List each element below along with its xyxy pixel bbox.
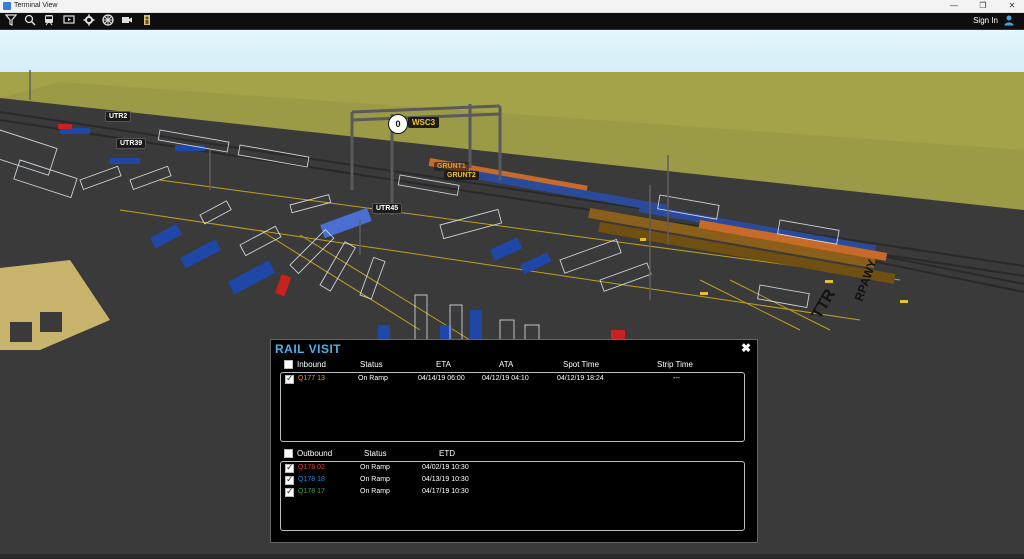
map-label-grunt2[interactable]: GRUNT2 — [444, 171, 479, 180]
strip-time-cell: --- — [673, 375, 680, 382]
train-icon[interactable] — [42, 14, 56, 28]
crane-count-badge[interactable]: 0 — [388, 114, 408, 134]
etd-cell: 04/17/19 10:30 — [422, 488, 469, 495]
filter-icon[interactable] — [4, 14, 18, 28]
restore-button[interactable]: ❐ — [973, 0, 993, 12]
ata-cell: 04/12/19 04:10 — [482, 375, 529, 382]
map-label-utr2[interactable]: UTR2 — [105, 111, 132, 122]
eta-cell: 04/14/19 06:00 — [418, 375, 465, 382]
camera-icon[interactable] — [120, 14, 134, 28]
outbound-list[interactable]: Q178 02 On Ramp 04/02/19 10:30 Q178 18 O… — [280, 461, 745, 531]
inbound-select-all-checkbox[interactable] — [284, 360, 293, 369]
rail-visit-id: Q178 18 — [298, 476, 325, 483]
rail-visit-id: Q177 13 — [298, 375, 325, 382]
search-icon[interactable] — [23, 14, 37, 28]
status-cell: On Ramp — [360, 488, 390, 495]
status-cell: On Ramp — [360, 464, 390, 471]
etd-cell: 04/13/19 10:30 — [422, 476, 469, 483]
col-header-spot-time: Spot Time — [563, 360, 600, 369]
inbound-header-label: Inbound — [297, 360, 326, 369]
list-item[interactable]: Q178 17 On Ramp 04/17/19 10:30 — [281, 486, 744, 498]
dialog-title: RAIL VISIT — [275, 342, 342, 356]
col-header-status: Status — [364, 449, 387, 458]
list-item[interactable]: Q177 13 On Ramp 04/14/19 06:00 04/12/19 … — [281, 373, 744, 385]
list-item[interactable]: Q178 02 On Ramp 04/02/19 10:30 — [281, 462, 744, 474]
sign-in-link[interactable]: Sign In — [973, 13, 998, 29]
row-checkbox[interactable] — [285, 474, 294, 485]
outbound-header-label: Outbound — [297, 449, 333, 458]
map-label-grunt1[interactable]: GRUNT1 — [434, 162, 469, 171]
row-checkbox[interactable] — [285, 486, 294, 497]
rail-visit-id: Q178 17 — [298, 488, 325, 495]
minimize-button[interactable]: — — [944, 0, 964, 12]
col-header-eta: ETA — [436, 360, 451, 369]
map-label-wsc3[interactable]: WSC3 — [408, 117, 440, 128]
status-cell: On Ramp — [358, 375, 388, 382]
map-label-utr39[interactable]: UTR39 — [116, 138, 147, 149]
list-item[interactable]: Q178 18 On Ramp 04/13/19 10:30 — [281, 474, 744, 486]
map-label-utr45[interactable]: UTR45 — [372, 203, 403, 214]
row-checkbox[interactable] — [285, 373, 294, 384]
status-cell: On Ramp — [360, 476, 390, 483]
etd-cell: 04/02/19 10:30 — [422, 464, 469, 471]
wheel-icon[interactable] — [101, 14, 115, 28]
screen-icon[interactable] — [62, 14, 76, 28]
outbound-select-all-checkbox[interactable] — [284, 449, 293, 458]
col-header-etd: ETD — [439, 449, 455, 458]
user-icon[interactable] — [1002, 14, 1016, 28]
col-header-ata: ATA — [499, 360, 514, 369]
rail-visit-dialog: RAIL VISIT ✖ Inbound Status ETA ATA Spot… — [270, 339, 758, 543]
app-icon — [3, 2, 11, 10]
row-checkbox[interactable] — [285, 462, 294, 473]
gear-icon[interactable] — [82, 14, 96, 28]
col-header-strip-time: Strip Time — [657, 360, 694, 369]
col-header-status: Status — [360, 360, 383, 369]
rail-visit-id: Q178 02 — [298, 464, 325, 471]
close-icon[interactable]: ✖ — [741, 341, 751, 355]
spot-time-cell: 04/12/19 18:24 — [557, 375, 604, 382]
window-title: Terminal View — [14, 2, 58, 9]
inbound-list[interactable]: Q177 13 On Ramp 04/14/19 06:00 04/12/19 … — [280, 372, 745, 442]
worker-icon[interactable] — [140, 14, 154, 28]
toolbar: Sign In — [0, 13, 1024, 30]
close-window-button[interactable]: ✕ — [1002, 0, 1022, 12]
window-title-bar: Terminal View — ❐ ✕ — [0, 0, 1024, 13]
